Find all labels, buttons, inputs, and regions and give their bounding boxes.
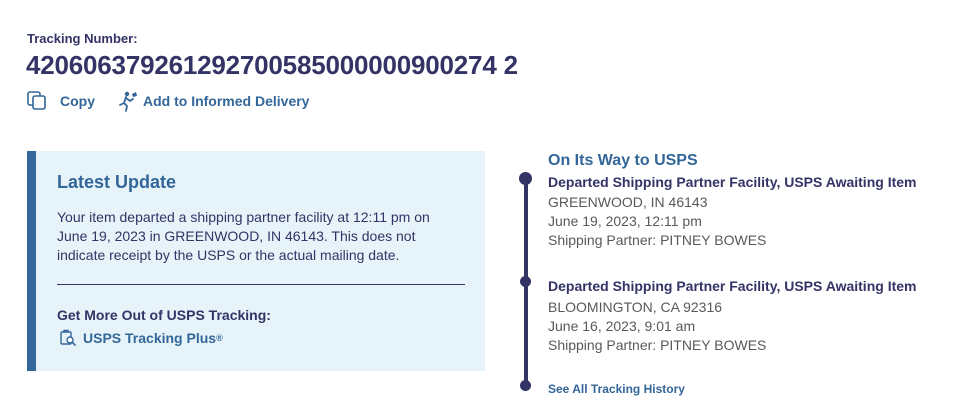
tracking-status-heading: On Its Way to USPS <box>548 152 698 169</box>
timeline-dot <box>520 276 531 287</box>
person-running-icon <box>117 90 139 112</box>
event-title: Departed Shipping Partner Facility, USPS… <box>548 278 917 294</box>
see-all-tracking-history-link[interactable]: See All Tracking History <box>548 382 685 396</box>
more-tracking-title: Get More Out of USPS Tracking: <box>57 307 271 323</box>
latest-update-panel: Latest Update Your item departed a shipp… <box>27 151 485 371</box>
tracking-plus-label: USPS Tracking Plus <box>83 330 217 346</box>
add-to-informed-delivery-link[interactable]: Add to Informed Delivery <box>117 90 309 112</box>
copy-label: Copy <box>60 93 95 109</box>
copy-icon <box>26 90 48 112</box>
timeline-dot <box>520 380 531 391</box>
event-location: BLOOMINGTON, CA 92316 <box>548 299 723 315</box>
tracking-number: 420606379261292700585000000900274 2 <box>26 50 518 80</box>
usps-tracking-plus-link[interactable]: USPS Tracking Plus ® <box>59 329 223 347</box>
tracking-actions: Copy Add to Informed Delivery <box>26 90 309 112</box>
event-partner: Shipping Partner: PITNEY BOWES <box>548 232 767 248</box>
event-partner: Shipping Partner: PITNEY BOWES <box>548 337 767 353</box>
latest-update-text: Your item departed a shipping partner fa… <box>57 209 430 263</box>
tracking-plus-icon <box>59 329 77 347</box>
event-title: Departed Shipping Partner Facility, USPS… <box>548 174 917 190</box>
event-location: GREENWOOD, IN 46143 <box>548 194 708 210</box>
informed-delivery-label: Add to Informed Delivery <box>143 93 310 109</box>
latest-update-title: Latest Update <box>57 172 177 192</box>
copy-button[interactable]: Copy <box>26 90 95 112</box>
timeline-dot <box>519 172 532 185</box>
panel-divider <box>57 284 465 285</box>
registered-mark: ® <box>216 333 223 343</box>
event-datetime: June 19, 2023, 12:11 pm <box>548 213 702 229</box>
tracking-number-label: Tracking Number: <box>27 31 138 46</box>
event-datetime: June 16, 2023, 9:01 am <box>548 318 696 334</box>
